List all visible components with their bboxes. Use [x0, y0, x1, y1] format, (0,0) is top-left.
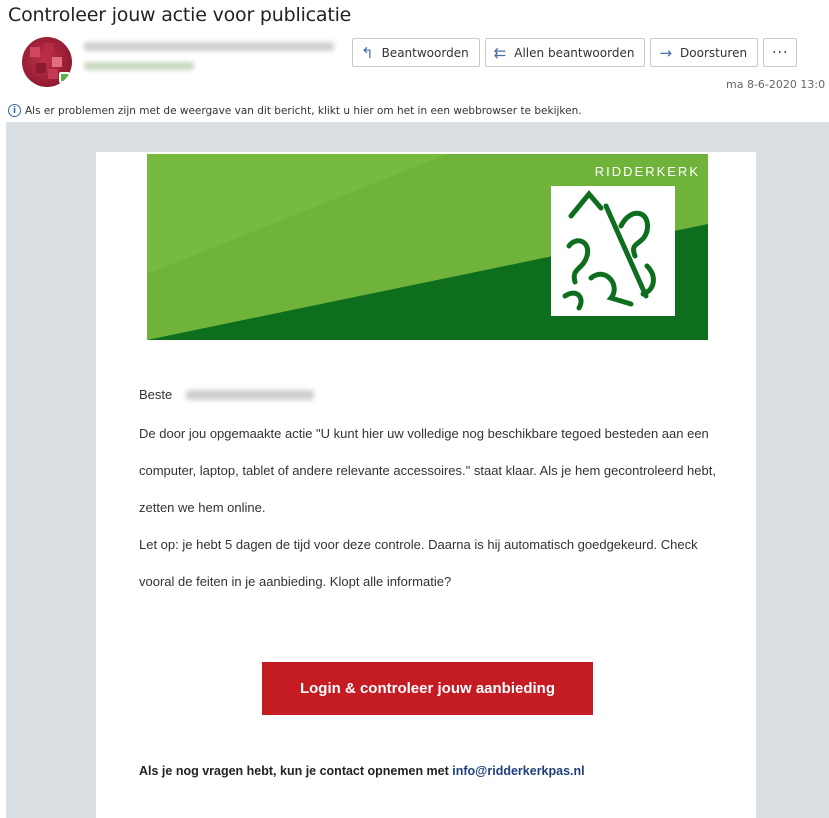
header-banner: RIDDERKERK	[147, 154, 708, 340]
reply-all-label: Allen beantwoorden	[514, 45, 635, 60]
ridderkerk-logo	[551, 186, 675, 316]
intro-paragraph: De door jou opgemaakte actie "U kunt hie…	[139, 426, 716, 515]
contact-text: Als je nog vragen hebt, kun je contact o…	[139, 764, 449, 778]
brand-name: RIDDERKERK	[594, 164, 700, 179]
contact-email-link[interactable]: info@ridderkerkpas.nl	[452, 764, 584, 778]
more-actions-button[interactable]: ···	[763, 38, 798, 67]
email-subject: Controleer jouw actie voor publicatie	[8, 4, 352, 26]
forward-button[interactable]: → Doorsturen	[650, 38, 759, 67]
reply-label: Beantwoorden	[381, 45, 469, 60]
reply-button[interactable]: ↰ Beantwoorden	[352, 38, 480, 67]
info-icon: i	[8, 104, 21, 117]
message-body-canvas: RIDDERKERK Beste De door jou opgemaakte …	[6, 122, 829, 818]
notice-paragraph: Let op: je hebt 5 dagen de tijd voor dez…	[139, 537, 698, 589]
sender-address-redacted	[84, 62, 194, 70]
reply-icon: ↰	[361, 43, 374, 62]
forward-label: Doorsturen	[680, 45, 748, 60]
message-date: ma 8-6-2020 13:0	[726, 78, 826, 91]
more-icon: ···	[772, 44, 789, 61]
email-content: RIDDERKERK Beste De door jou opgemaakte …	[96, 152, 756, 818]
sender-avatar[interactable]	[22, 37, 72, 87]
forward-icon: →	[659, 43, 673, 62]
sender-name-redacted	[84, 42, 334, 51]
infobar-text[interactable]: Als er problemen zijn met de weergave va…	[25, 105, 582, 117]
message-actions: ↰ Beantwoorden ⇇ Allen beantwoorden → Do…	[352, 38, 798, 67]
reply-all-icon: ⇇	[493, 43, 507, 62]
recipient-name-redacted	[186, 390, 314, 400]
presence-icon	[59, 72, 70, 83]
reply-all-button[interactable]: ⇇ Allen beantwoorden	[484, 38, 646, 67]
infobar[interactable]: i Als er problemen zijn met de weergave …	[8, 104, 582, 117]
login-button[interactable]: Login & controleer jouw aanbieding	[262, 662, 593, 715]
contact-line: Als je nog vragen hebt, kun je contact o…	[139, 764, 585, 778]
greeting: Beste	[139, 387, 173, 402]
